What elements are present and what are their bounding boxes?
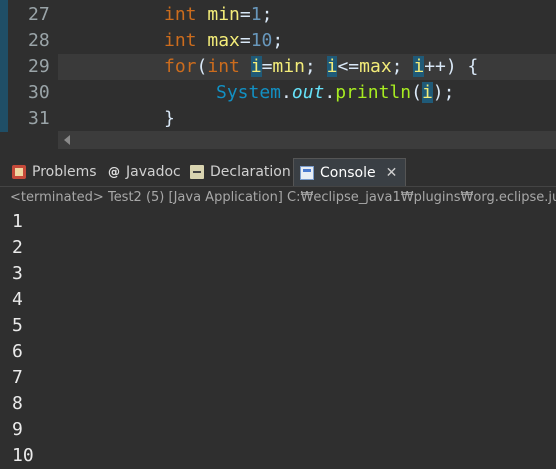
paren-semicolon: );	[432, 82, 455, 103]
console-output[interactable]: 1 2 3 4 5 6 7 8 9 10	[0, 209, 556, 467]
line-number: 28	[28, 30, 50, 51]
operator: =	[239, 4, 251, 25]
static-field: out	[291, 82, 325, 103]
method-name: println	[335, 82, 412, 103]
line-number: 31	[28, 108, 50, 129]
close-icon[interactable]: ✕	[386, 165, 398, 181]
scroll-left-arrow-icon[interactable]	[64, 135, 70, 145]
keyword-for: for	[164, 56, 197, 77]
tab-label: Console	[320, 164, 376, 181]
code-text-29: for(int i=min; i<=max; i++) {	[164, 54, 478, 80]
variable: max	[207, 30, 240, 51]
console-output-line: 3	[12, 263, 23, 284]
console-output-line: 10	[12, 445, 34, 466]
code-text-27: int min=1;	[164, 2, 272, 28]
operator: =	[261, 56, 273, 77]
paren: (	[411, 82, 422, 103]
console-output-line: 7	[12, 367, 23, 388]
line-number: 30	[28, 82, 50, 103]
view-tab-bar: Problems @ Javadoc Declaration Console ✕	[0, 158, 556, 187]
operator: =	[239, 30, 251, 51]
variable-i-highlight: i	[413, 56, 425, 77]
keyword: int	[164, 30, 197, 51]
dot: .	[281, 82, 292, 103]
tab-javadoc[interactable]: @ Javadoc	[108, 158, 181, 186]
variable: min	[272, 56, 305, 77]
console-output-line: 2	[12, 237, 23, 258]
semicolon: ;	[272, 30, 284, 51]
variable: min	[207, 4, 240, 25]
editor-gutter-strip	[0, 0, 8, 132]
operator: <=	[337, 56, 360, 77]
code-text-30: System.out.println(i);	[216, 80, 454, 106]
console-output-line: 8	[12, 393, 23, 414]
variable-i-highlight: i	[421, 82, 433, 103]
javadoc-icon: @	[108, 165, 120, 179]
code-editor[interactable]: 27 int min=1; 28 int max=10; 29 for(int …	[0, 0, 556, 132]
variable-i-highlight: i	[326, 56, 338, 77]
number-literal: 1	[250, 4, 262, 25]
semicolon: ;	[391, 56, 414, 77]
line-number: 29	[28, 56, 50, 77]
declaration-icon	[190, 165, 204, 179]
keyword: int	[164, 4, 197, 25]
closing-brace: }	[164, 108, 175, 129]
console-output-line: 6	[12, 341, 23, 362]
editor-horizontal-scrollbar[interactable]	[58, 131, 556, 149]
class-name: System	[216, 82, 282, 103]
console-process-header: <terminated> Test2 (5) [Java Application…	[0, 187, 556, 209]
variable: max	[359, 56, 392, 77]
semicolon: ;	[304, 56, 327, 77]
paren: (	[196, 56, 208, 77]
semicolon: ;	[261, 4, 273, 25]
tab-label: Problems	[32, 164, 97, 180]
code-line-31: 31	[8, 106, 556, 132]
console-output-line: 4	[12, 289, 23, 310]
code-text-31: }	[164, 106, 175, 132]
console-output-line: 9	[12, 419, 23, 440]
console-output-line: 1	[12, 211, 23, 232]
line-number: 27	[28, 4, 50, 25]
number-literal: 10	[250, 30, 273, 51]
tab-console[interactable]: Console ✕	[293, 158, 407, 186]
variable-i-highlight: i	[250, 56, 262, 77]
tab-problems[interactable]: Problems	[12, 158, 97, 186]
code-line-27: 27	[8, 2, 556, 28]
problems-icon	[12, 165, 26, 179]
increment-brace: ++) {	[424, 56, 479, 77]
code-text-28: int max=10;	[164, 28, 283, 54]
console-output-line: 5	[12, 315, 23, 336]
tab-declaration[interactable]: Declaration	[190, 158, 291, 186]
console-icon	[300, 165, 314, 180]
tab-label: Javadoc	[126, 164, 181, 180]
tab-label: Declaration	[210, 164, 291, 180]
dot: .	[324, 82, 336, 103]
keyword-int: int	[207, 56, 240, 77]
